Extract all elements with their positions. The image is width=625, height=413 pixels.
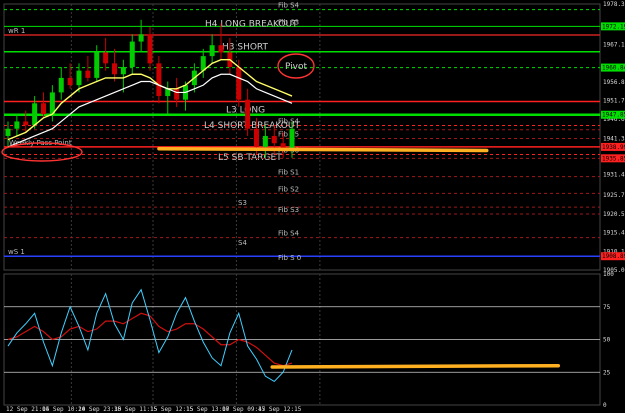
candle-body <box>120 66 126 75</box>
trend-line-osc <box>270 363 561 369</box>
main-y-tick: 1978.35 <box>603 1 625 8</box>
osc-y-tick: 0 <box>603 402 607 409</box>
osc-y-tick: 75 <box>603 304 611 311</box>
main-y-tick: 1920.50 <box>603 211 625 218</box>
pivot-label: Pivot <box>285 62 308 72</box>
candle-body <box>271 135 277 144</box>
level-label: wS 1 <box>8 248 25 256</box>
candle-body <box>23 121 29 126</box>
candle-body <box>41 103 46 115</box>
level-label: S3 <box>238 199 247 207</box>
price-tag-text: 1972.19 <box>602 23 625 30</box>
candle-body <box>94 52 100 78</box>
main-y-tick: 1915.40 <box>603 230 625 237</box>
main-y-tick: 1967.15 <box>603 42 625 49</box>
price-tag-text: 1938.99 <box>602 144 625 151</box>
main-y-tick: 1931.40 <box>603 171 625 178</box>
level-label: S4 <box>238 239 247 247</box>
candle-body <box>174 88 180 100</box>
level-label: L5 SB TARGET <box>218 153 282 163</box>
candle-body <box>147 34 153 64</box>
candle-body <box>262 135 268 147</box>
level-label: wR 1 <box>8 27 25 35</box>
trend-line-main <box>157 146 489 153</box>
x-tick-label: 17 Sep 12:15 <box>258 406 302 413</box>
osc-y-tick: 25 <box>603 369 611 376</box>
level-label: Fib S2 <box>278 185 299 193</box>
candle-body <box>209 45 215 57</box>
candle-body <box>218 45 224 53</box>
level-label: Fib S3 <box>278 206 299 214</box>
price-tag-text: 1908.89 <box>602 253 625 260</box>
price-tag-text: 1947.85 <box>602 112 625 119</box>
candle-body <box>112 63 117 75</box>
candle-body <box>245 99 251 129</box>
candle-body <box>254 128 259 147</box>
level-label: Fib S1 <box>278 169 299 177</box>
price-tag-text: 1935.85 <box>602 155 625 162</box>
chart-svg: 1978.35 1972.19 1967.15 1960.84 1956.80 1951.… <box>1 1 625 413</box>
candle-body <box>236 66 242 100</box>
osc-fast-line <box>7 288 293 383</box>
candle-body <box>129 41 135 67</box>
level-label: Fib S4 <box>278 2 300 10</box>
main-y-tick: 1925.75 <box>603 192 625 199</box>
level-label: Fib S4 <box>278 230 300 238</box>
candle-body <box>156 63 162 97</box>
candle-body <box>85 70 91 78</box>
candle-body <box>14 121 20 129</box>
osc-y-tick: 100 <box>603 271 614 278</box>
candle-body <box>49 92 55 115</box>
candle-body <box>58 77 64 93</box>
price-tag-text: 1960.84 <box>602 65 625 72</box>
candle-body <box>76 70 82 86</box>
main-panel-frame <box>3 3 601 271</box>
main-y-tick: 1956.80 <box>603 79 625 86</box>
candle-body <box>67 77 73 86</box>
main-y-tick: 1951.75 <box>603 98 625 105</box>
level-label: H4 LONG BREAKOUT <box>205 20 298 30</box>
osc-y-tick: 50 <box>603 337 611 344</box>
level-label: Fib S5 <box>278 131 299 139</box>
candle-body <box>103 52 109 64</box>
level-label: L4 SHORT BREAKOUT <box>204 121 300 131</box>
level-label: H3 SHORT <box>222 43 269 53</box>
candle-body <box>32 103 38 126</box>
level-label: Fib S 0 <box>278 254 301 262</box>
main-y-tick: 1941.30 <box>603 136 625 143</box>
candle-body <box>5 128 11 136</box>
candle-body <box>138 34 144 42</box>
candle-body <box>289 128 295 151</box>
trading-chart: 1978.35 1972.19 1967.15 1960.84 1956.80 1951.… <box>0 0 625 413</box>
